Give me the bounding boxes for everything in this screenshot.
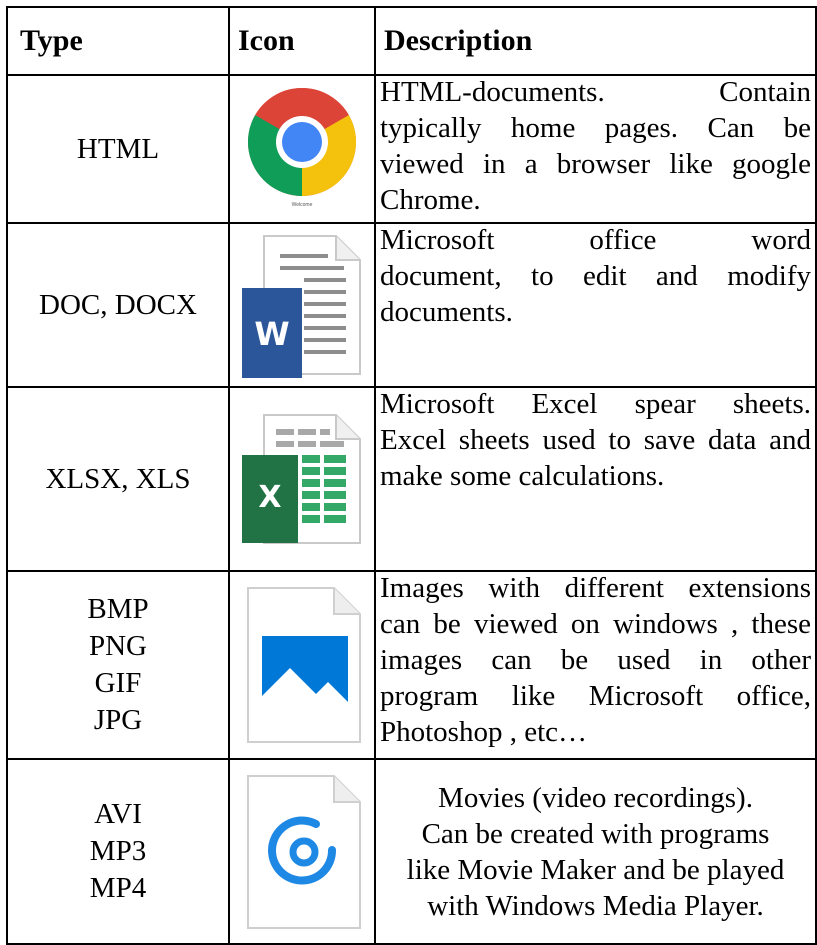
header-type: Type xyxy=(20,24,83,57)
description-cell-html: HTML-documents. Contain typically home p… xyxy=(376,74,815,222)
type-cell-images: BMP PNG GIF JPG xyxy=(8,572,228,758)
icon-caption: Welcome xyxy=(291,202,313,208)
type-label: BMP xyxy=(87,593,149,625)
description-line: Can be created with programs xyxy=(421,817,770,850)
description-line: viewed in a browser like google xyxy=(380,148,811,180)
description-line: HTML-documents. Contain xyxy=(380,76,811,108)
type-label: DOC, DOCX xyxy=(39,288,197,321)
icon-cell-images xyxy=(230,572,374,758)
media-file-icon xyxy=(240,772,364,932)
icon-cell-html: Welcome xyxy=(230,76,374,222)
description-line: Microsoft Excel spear sheets. xyxy=(380,388,811,420)
type-cell-xlsx: XLSX, XLS xyxy=(8,388,228,570)
description-line: Microsoft office word xyxy=(380,224,811,256)
description-cell-doc: Microsoft office word document, to edit … xyxy=(376,222,815,386)
description-cell-xlsx: Microsoft Excel spear sheets. Excel shee… xyxy=(376,386,815,570)
description-line: Chrome. xyxy=(380,184,481,216)
type-label: JPG xyxy=(93,704,143,736)
type-label: MP4 xyxy=(89,872,147,904)
description-line: document, to edit and modify xyxy=(380,260,811,292)
description-line: can be viewed on windows , these xyxy=(380,608,811,640)
description-line: typically home pages. Can be xyxy=(380,112,811,144)
description-cell-images: Images with different extensions can be … xyxy=(376,570,815,758)
description-line: images can be used in other xyxy=(380,644,811,676)
type-label: AVI xyxy=(94,798,142,830)
image-file-icon xyxy=(240,584,364,746)
description-line: program like Microsoft office, xyxy=(380,680,811,712)
word-document-icon: W xyxy=(240,232,364,378)
icon-cell-media xyxy=(230,760,374,943)
type-label: HTML xyxy=(76,132,160,165)
description-line: documents. xyxy=(380,296,513,328)
description-cell-media: Movies (video recordings). Can be create… xyxy=(376,760,815,943)
excel-letter: X xyxy=(258,480,282,515)
type-cell-doc: DOC, DOCX xyxy=(8,224,228,386)
description-line: with Windows Media Player. xyxy=(427,889,764,922)
header-description: Description xyxy=(384,24,533,57)
description-line: Excel sheets used to save data and xyxy=(380,424,811,456)
header-icon: Icon xyxy=(238,24,295,57)
icon-cell-xlsx: X xyxy=(230,388,374,570)
type-cell-media: AVI MP3 MP4 xyxy=(8,760,228,943)
type-label: MP3 xyxy=(89,835,147,867)
description-line: like Movie Maker and be played xyxy=(406,853,785,886)
type-label: GIF xyxy=(94,667,142,699)
excel-document-icon: X xyxy=(240,411,364,547)
description-line: Images with different extensions xyxy=(380,572,811,604)
description-line: Photoshop , etc… xyxy=(380,716,588,748)
chrome-icon: Welcome xyxy=(242,84,362,214)
description-line: make some calculations. xyxy=(380,460,665,492)
type-label: XLSX, XLS xyxy=(45,462,191,495)
type-label: PNG xyxy=(88,630,147,662)
icon-cell-doc: W xyxy=(230,224,374,386)
word-letter: W xyxy=(254,315,290,353)
description-line: Movies (video recordings). xyxy=(438,781,753,814)
type-cell-html: HTML xyxy=(8,76,228,222)
